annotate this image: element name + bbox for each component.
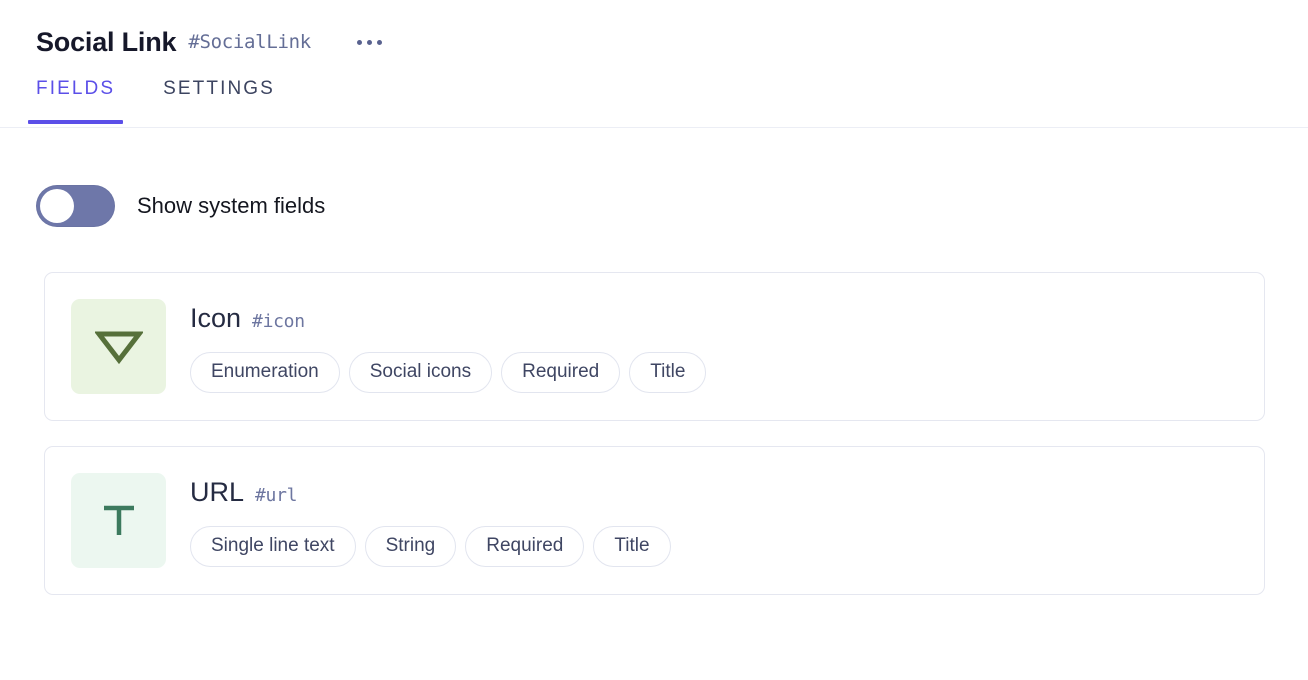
kebab-dot-2 [366,39,372,45]
field-tag[interactable]: String [364,526,457,567]
enumeration-triangle-icon [94,331,143,364]
field-type-icon-wrapper [71,473,166,568]
page-header: Social Link #SocialLink [0,0,1308,55]
field-tag[interactable]: Required [501,352,621,393]
page-title: Social Link [36,26,177,57]
tab-settings[interactable]: SETTINGS [163,70,275,122]
field-tag-list: Enumeration Social icons Required Title [190,352,1238,393]
field-name: URL [190,477,245,507]
show-system-fields-row: Show system fields [0,185,1308,227]
field-tag[interactable]: Enumeration [190,352,340,393]
text-t-icon [103,505,134,535]
tab-bar: FIELDS SETTINGS [0,70,1308,128]
field-tag[interactable]: Title [593,526,671,567]
kebab-dot-3 [376,39,382,45]
field-tag[interactable]: Required [465,526,585,567]
field-tag-list: Single line text String Required Title [190,526,1238,567]
show-system-fields-toggle[interactable] [36,185,115,227]
field-info: URL #url Single line text String Require… [190,473,1238,567]
field-editor-page: Social Link #SocialLink FIELDS SETTINGS … [0,0,1308,680]
field-card-icon[interactable]: Icon #icon Enumeration Social icons Requ… [44,272,1265,421]
more-horizontal-icon[interactable] [355,34,384,51]
page-title-slug: #SocialLink [188,30,311,53]
field-list: Icon #icon Enumeration Social icons Requ… [0,272,1308,595]
field-name: Icon [190,303,242,333]
field-info: Icon #icon Enumeration Social icons Requ… [190,299,1238,393]
field-tag[interactable]: Single line text [190,526,356,567]
toggle-knob [40,189,74,223]
field-tag[interactable]: Social icons [348,352,493,393]
tab-fields[interactable]: FIELDS [27,70,124,124]
field-type-icon-wrapper [71,299,166,394]
field-title-row: Icon #icon [190,305,1238,332]
show-system-fields-label: Show system fields [137,193,326,218]
field-slug: #icon [252,311,305,332]
field-slug: #url [255,485,298,506]
kebab-dot-1 [356,39,362,45]
field-card-url[interactable]: URL #url Single line text String Require… [44,446,1265,595]
field-title-row: URL #url [190,479,1238,506]
field-tag[interactable]: Title [629,352,707,393]
